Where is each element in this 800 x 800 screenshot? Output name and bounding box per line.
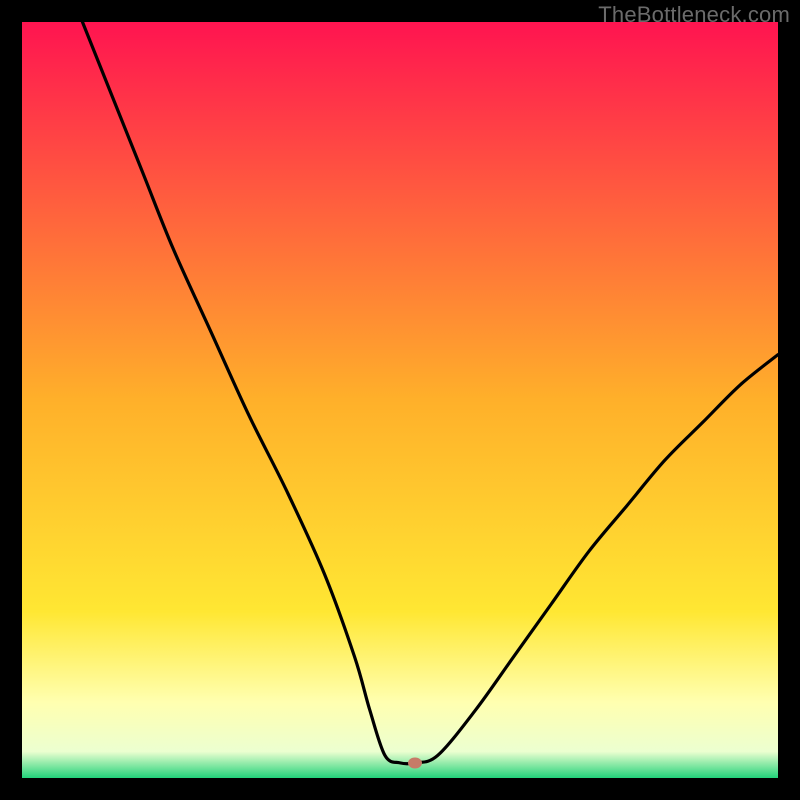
chart-frame: TheBottleneck.com xyxy=(0,0,800,800)
optimum-marker xyxy=(408,757,422,768)
bottleneck-curve xyxy=(22,22,778,778)
plot-area xyxy=(22,22,778,778)
watermark-label: TheBottleneck.com xyxy=(598,2,790,28)
